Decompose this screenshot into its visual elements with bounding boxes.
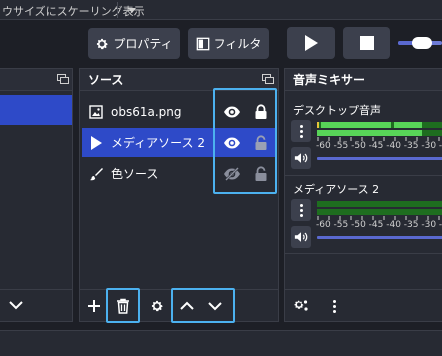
- play-button[interactable]: [287, 27, 335, 59]
- brush-icon: [89, 167, 103, 181]
- stop-icon: [359, 36, 374, 50]
- chevron-down-icon[interactable]: [9, 300, 23, 310]
- channel-menu-button[interactable]: [291, 199, 311, 221]
- scale-mode-dropdown[interactable]: [122, 3, 142, 17]
- divider: [285, 253, 442, 254]
- source-label: メディアソース 2: [111, 136, 206, 150]
- meter-scale: -60 -55 -50 -45 -40 -35 -30 -: [316, 220, 442, 230]
- mute-button[interactable]: [291, 147, 311, 169]
- source-label: obs61a.png: [111, 104, 182, 119]
- speaker-icon: [294, 232, 308, 242]
- play-icon: [89, 135, 103, 150]
- meter-scale: -60 -55 -50 -45 -40 -35 -30 -: [316, 141, 442, 151]
- volume-fader[interactable]: [317, 157, 442, 160]
- selected-scene-row[interactable]: [0, 95, 72, 125]
- scenes-panel: [0, 68, 73, 322]
- meter-level: [321, 122, 391, 128]
- audio-mixer-panel: 音声ミキサー デスクトップ音声 -60 -55 -50 -45 -40 -35 …: [284, 68, 442, 322]
- divider: [117, 2, 118, 18]
- status-bar: [0, 330, 442, 356]
- mute-button[interactable]: [291, 226, 311, 248]
- audio-meter: [317, 122, 442, 128]
- undock-icon[interactable]: [262, 74, 274, 84]
- filters-label: フィルタ: [213, 37, 262, 51]
- image-icon: [89, 104, 103, 119]
- volume-slider-handle[interactable]: [412, 37, 432, 49]
- reorder-highlight: [171, 288, 235, 323]
- speaker-icon: [294, 153, 308, 163]
- audio-meter: [317, 201, 442, 207]
- meter-level: [394, 122, 422, 128]
- channel-name: デスクトップ音声: [293, 104, 381, 117]
- visibility-lock-highlight: [213, 88, 277, 194]
- mixer-footer: [285, 289, 442, 321]
- add-icon[interactable]: [87, 299, 101, 313]
- audio-meter: [317, 130, 442, 136]
- filters-button[interactable]: フィルタ: [188, 28, 269, 59]
- channel-name: メディアソース 2: [293, 183, 380, 196]
- sources-title: ソース: [88, 73, 124, 87]
- play-icon: [305, 35, 318, 51]
- source-label: 色ソース: [111, 167, 159, 181]
- meter-peak: [317, 122, 319, 128]
- scenes-footer: [0, 289, 72, 321]
- mixer-title: 音声ミキサー: [293, 73, 366, 87]
- mixer-panel-header: 音声ミキサー: [285, 69, 442, 91]
- audio-meter: [317, 209, 442, 215]
- undock-icon[interactable]: [57, 74, 69, 84]
- divider: [285, 175, 442, 176]
- chevron-down-icon: [128, 7, 136, 13]
- volume-fader[interactable]: [317, 236, 442, 239]
- gear-icon[interactable]: [150, 299, 164, 313]
- properties-button[interactable]: プロパティ: [88, 28, 180, 59]
- properties-label: プロパティ: [113, 37, 173, 51]
- filter-icon: [196, 37, 209, 50]
- remove-highlight: [106, 288, 140, 323]
- gear-icon: [97, 38, 108, 49]
- advanced-audio-icon[interactable]: [293, 299, 309, 313]
- channel-menu-button[interactable]: [291, 120, 311, 142]
- stop-button[interactable]: [343, 27, 390, 59]
- mixer-menu-button[interactable]: [329, 298, 339, 314]
- meter-level: [317, 130, 422, 136]
